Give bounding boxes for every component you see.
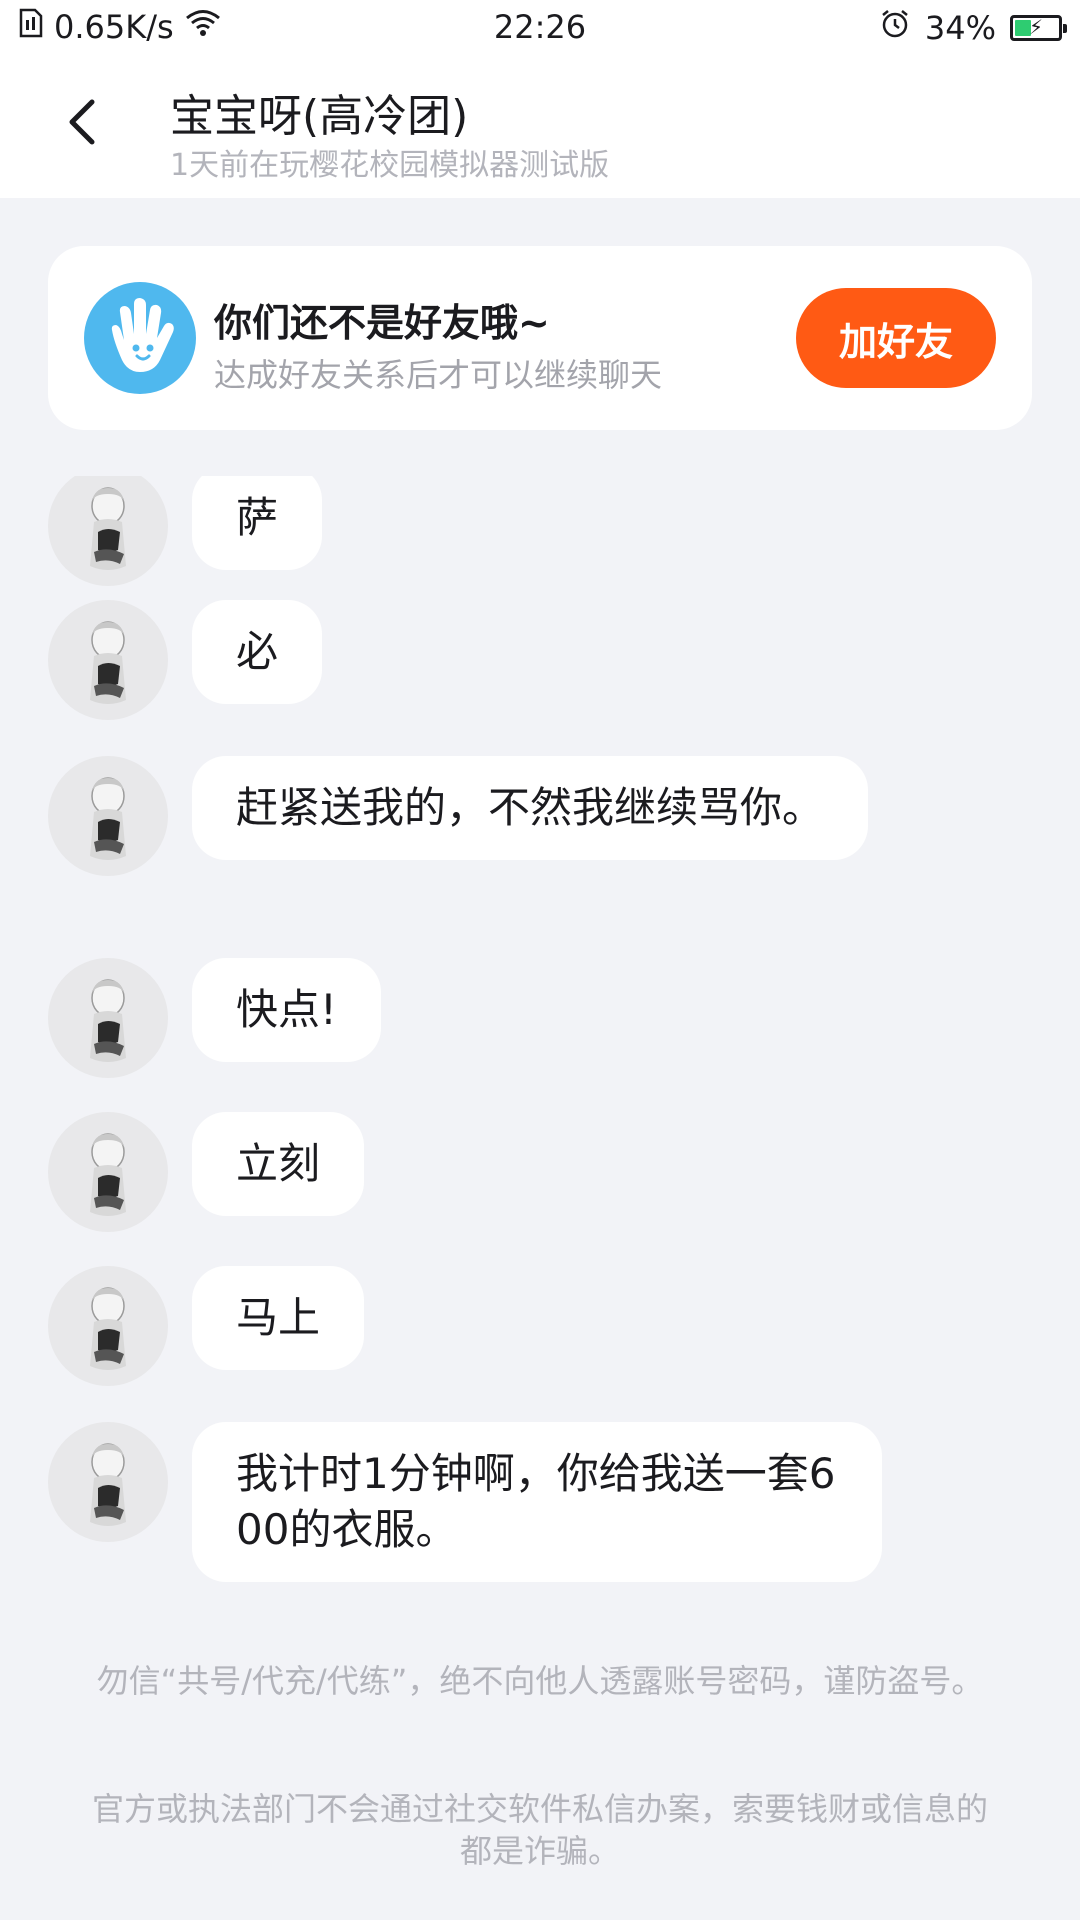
friend-notice-description: 达成好友关系后才可以继续聊天: [214, 356, 663, 394]
avatar[interactable]: [48, 1422, 168, 1542]
chevron-left-icon: [69, 99, 95, 145]
message-bubble[interactable]: 我计时1分钟啊，你给我送一套600的衣服。: [192, 1422, 882, 1582]
avatar[interactable]: [48, 476, 168, 586]
message-bubble[interactable]: 马上: [192, 1266, 365, 1370]
friend-notice-card: 你们还不是好友哦~ 达成好友关系后才可以继续聊天 加好友: [48, 246, 1032, 430]
avatar[interactable]: [48, 1266, 168, 1386]
status-right: 34% ⚡: [879, 8, 1067, 48]
message-bubble[interactable]: 萨: [192, 476, 323, 570]
chat-title: 宝宝呀(高冷团): [170, 91, 469, 142]
friend-notice-title: 你们还不是好友哦~: [214, 301, 550, 345]
add-friend-button[interactable]: 加好友: [796, 288, 996, 388]
avatar[interactable]: [48, 756, 168, 876]
charging-bolt-icon: ⚡: [1028, 15, 1044, 39]
battery-charging-icon: ⚡: [1010, 15, 1067, 41]
avatar[interactable]: [48, 600, 168, 720]
battery-percent: 34%: [924, 9, 996, 47]
message-bubble[interactable]: 快点!: [192, 958, 381, 1062]
message-bubble[interactable]: 必: [192, 600, 323, 704]
anti-fraud-notice: 勿信“共号/代充/代练”，绝不向他人透露账号密码，谨防盗号。: [96, 1662, 984, 1700]
chat-subtitle: 1天前在玩樱花校园模拟器测试版: [170, 148, 610, 183]
waving-hand-icon: [84, 282, 196, 394]
message-bubble[interactable]: 立刻: [192, 1112, 365, 1216]
avatar[interactable]: [48, 958, 168, 1078]
alarm-icon: [879, 8, 911, 48]
avatar[interactable]: [48, 1112, 168, 1232]
status-bar: 0.65K/s 22:26 34% ⚡: [0, 0, 1080, 58]
back-button[interactable]: [46, 86, 118, 158]
chat-header: 宝宝呀(高冷团) 1天前在玩樱花校园模拟器测试版: [0, 58, 1080, 198]
message-list[interactable]: 萨 必 赶紧送我的，不然我继续骂你。 快点! 立刻 马上 我计时1分钟啊，你给我…: [0, 476, 1080, 1606]
message-bubble[interactable]: 赶紧送我的，不然我继续骂你。: [192, 756, 869, 860]
anti-fraud-notice: 官方或执法部门不会通过社交软件私信办案，索要钱财或信息的都是诈骗。: [91, 1790, 988, 1870]
